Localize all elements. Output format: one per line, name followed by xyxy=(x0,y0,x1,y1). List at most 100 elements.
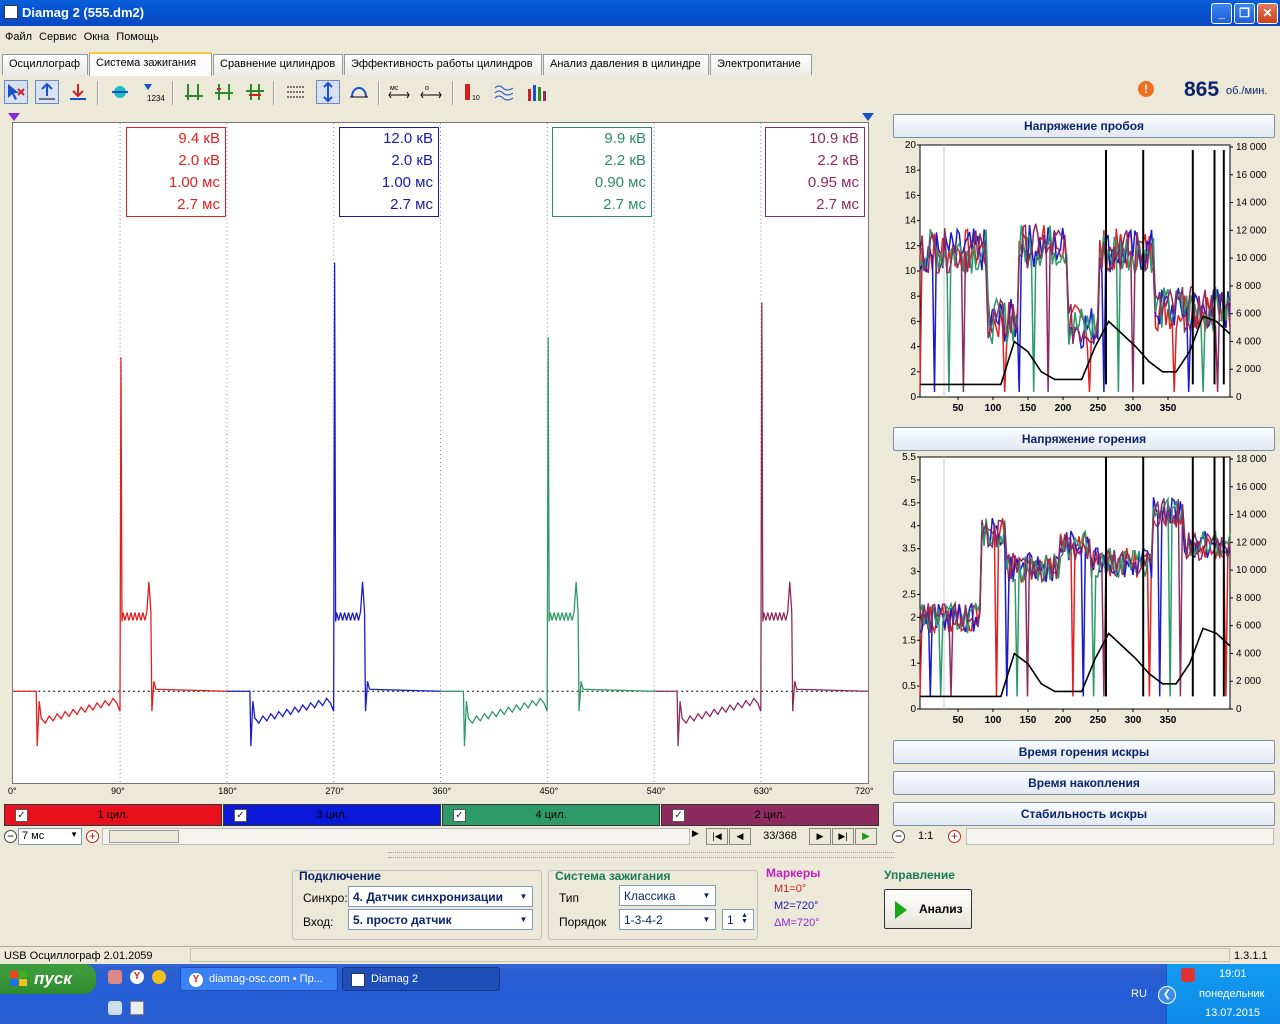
panel-splitter[interactable] xyxy=(388,852,894,858)
burning-voltage-header[interactable]: Напряжение горения xyxy=(893,427,1275,451)
status-bar: USB Осциллограф 2.01.2059 1.3.1.1 xyxy=(0,946,1280,964)
quicklaunch-icon-1[interactable] xyxy=(108,970,122,984)
scale-icon[interactable] xyxy=(316,80,340,104)
order-spinner[interactable]: 1 ▲ ▼ xyxy=(722,909,754,930)
time-scale-select[interactable]: 7 мс ▼ xyxy=(18,828,82,845)
spark-stability-button[interactable]: Стабильность искры xyxy=(893,802,1275,826)
type-select[interactable]: Классика ▼ xyxy=(619,885,716,906)
cylinder-order-icon[interactable]: 1234 xyxy=(140,80,165,104)
chrome-icon[interactable] xyxy=(152,970,166,984)
tab-pressure[interactable]: Анализ давления в цилиндре xyxy=(543,54,709,75)
tray-expand-icon[interactable]: ❮ xyxy=(1158,986,1176,1004)
cursor-tool-icon[interactable] xyxy=(4,80,28,104)
checkbox[interactable]: ✓ xyxy=(15,809,28,822)
tab-oscilloscope[interactable]: Осциллограф xyxy=(2,54,88,75)
horizontal-scrollbar[interactable] xyxy=(102,828,690,845)
play-icon[interactable]: ▶ xyxy=(855,828,877,845)
right-scroll-controls: − 1:1 + xyxy=(890,828,1276,846)
x-tick: 200 xyxy=(1055,715,1072,726)
ignition-title: Система зажигания xyxy=(555,869,671,883)
loop-icon[interactable] xyxy=(347,80,371,104)
cursor-c-icon[interactable] xyxy=(243,80,267,104)
measure-value: 2.7 мс xyxy=(390,196,433,213)
time-cursor-icon[interactable]: мс xyxy=(386,80,410,104)
tab-power[interactable]: Электропитание xyxy=(710,54,812,75)
cursor-a-icon[interactable] xyxy=(182,80,206,104)
task-browser[interactable]: Ydiamag-osc.com • Пр... xyxy=(180,967,338,991)
trigger-down-icon[interactable] xyxy=(66,80,90,104)
breakdown-voltage-header[interactable]: Напряжение пробоя xyxy=(893,114,1275,138)
maximize-button[interactable]: ❐ xyxy=(1234,3,1255,24)
last-frame-icon[interactable]: ▶| xyxy=(832,828,854,845)
legend-cyl-2[interactable]: ✓ 3 цил. xyxy=(223,804,441,826)
trigger-up-icon[interactable] xyxy=(35,80,59,104)
type-label: Тип xyxy=(559,891,580,905)
y-tick-right: 10 000 xyxy=(1236,565,1267,576)
clock-time[interactable]: 19:01 xyxy=(1219,968,1247,980)
first-frame-icon[interactable]: |◀ xyxy=(706,828,728,845)
zoom-out-icon[interactable]: − xyxy=(4,830,17,843)
legend-cyl-3[interactable]: ✓ 4 цил. xyxy=(442,804,660,826)
y-tick-left: 0.5 xyxy=(902,681,916,692)
control-title: Управление xyxy=(884,868,955,882)
menu-file[interactable]: Файл xyxy=(0,28,34,43)
menu-help[interactable]: Помощь xyxy=(111,28,161,43)
accumulation-time-button[interactable]: Время накопления xyxy=(893,771,1275,795)
oscilloscope-plot[interactable] xyxy=(12,122,869,784)
quicklaunch-icon-2[interactable] xyxy=(108,1001,122,1015)
next-frame-icon[interactable]: ▶ xyxy=(809,828,831,845)
analyze-button[interactable]: Анализ xyxy=(884,889,972,929)
sync-value: 4. Датчик синхронизации xyxy=(353,890,503,904)
right-zoom-level: 1:1 xyxy=(918,830,934,842)
svg-text:1234: 1234 xyxy=(147,94,165,103)
start-button[interactable]: пуск xyxy=(0,964,96,994)
warning-icon[interactable]: ! xyxy=(1138,81,1154,97)
hlines-icon[interactable] xyxy=(284,80,308,104)
prev-frame-icon[interactable]: ◀ xyxy=(729,828,751,845)
sync-select[interactable]: 4. Датчик синхронизации ▼ xyxy=(348,886,533,907)
x-tick: 200 xyxy=(1055,403,1072,414)
waves-icon[interactable] xyxy=(492,80,516,104)
tab-ignition[interactable]: Система зажигания xyxy=(89,52,212,76)
tab-cylinder-compare[interactable]: Сравнение цилиндров xyxy=(213,54,343,75)
tab-cylinder-efficiency[interactable]: Эффективность работы цилиндров xyxy=(344,54,542,75)
angle-cursor-icon[interactable]: о xyxy=(418,80,442,104)
scroll-right-icon[interactable]: ▶ xyxy=(692,828,699,839)
close-button[interactable]: ✕ xyxy=(1257,3,1278,24)
legend-cyl-1[interactable]: ✓ 1 цил. xyxy=(4,804,222,826)
yandex-icon[interactable]: Y xyxy=(130,970,144,984)
y-tick-left: 5.5 xyxy=(902,452,916,463)
cursor-b-icon[interactable] xyxy=(212,80,236,104)
menu-windows[interactable]: Окна xyxy=(79,28,112,43)
checkbox[interactable]: ✓ xyxy=(672,809,685,822)
histogram-icon[interactable] xyxy=(524,80,548,104)
right-zoom-in-icon[interactable]: + xyxy=(948,830,961,843)
checkbox[interactable]: ✓ xyxy=(453,809,466,822)
bar-chart-red-icon[interactable]: 10 xyxy=(461,80,485,104)
y-tick-right: 6 000 xyxy=(1236,309,1261,320)
sync-label: Синхро: xyxy=(303,891,348,905)
status-left: USB Осциллограф 2.01.2059 xyxy=(4,950,153,962)
tray-app-icon[interactable] xyxy=(1181,968,1195,982)
y-tick-left: 12 xyxy=(905,241,917,252)
measure-value: 12.0 кВ xyxy=(383,130,433,147)
quicklaunch-icon-3[interactable] xyxy=(130,1001,144,1015)
order-select[interactable]: 1-3-4-2 ▼ xyxy=(619,909,716,930)
legend-cyl-4[interactable]: ✓ 2 цил. xyxy=(661,804,879,826)
scroll-thumb[interactable] xyxy=(109,830,179,843)
x-tick: 100 xyxy=(985,715,1002,726)
zoom-in-icon[interactable]: + xyxy=(86,830,99,843)
right-scrollbar[interactable] xyxy=(966,828,1274,845)
checkbox[interactable]: ✓ xyxy=(234,809,247,822)
sensor-icon[interactable] xyxy=(108,80,132,104)
menu-service[interactable]: Сервис xyxy=(34,28,79,43)
task-diamag[interactable]: Diamag 2 xyxy=(342,967,500,991)
window-title: Diamag 2 (555.dm2) xyxy=(22,5,145,20)
clock-day: понедельник xyxy=(1199,988,1265,1000)
language-indicator[interactable]: RU xyxy=(1131,988,1147,1000)
spark-time-button[interactable]: Время горения искры xyxy=(893,740,1275,764)
input-select[interactable]: 5. просто датчик ▼ xyxy=(348,909,533,930)
y-tick-right: 8 000 xyxy=(1236,593,1261,604)
right-zoom-out-icon[interactable]: − xyxy=(892,830,905,843)
minimize-button[interactable]: _ xyxy=(1211,3,1232,24)
